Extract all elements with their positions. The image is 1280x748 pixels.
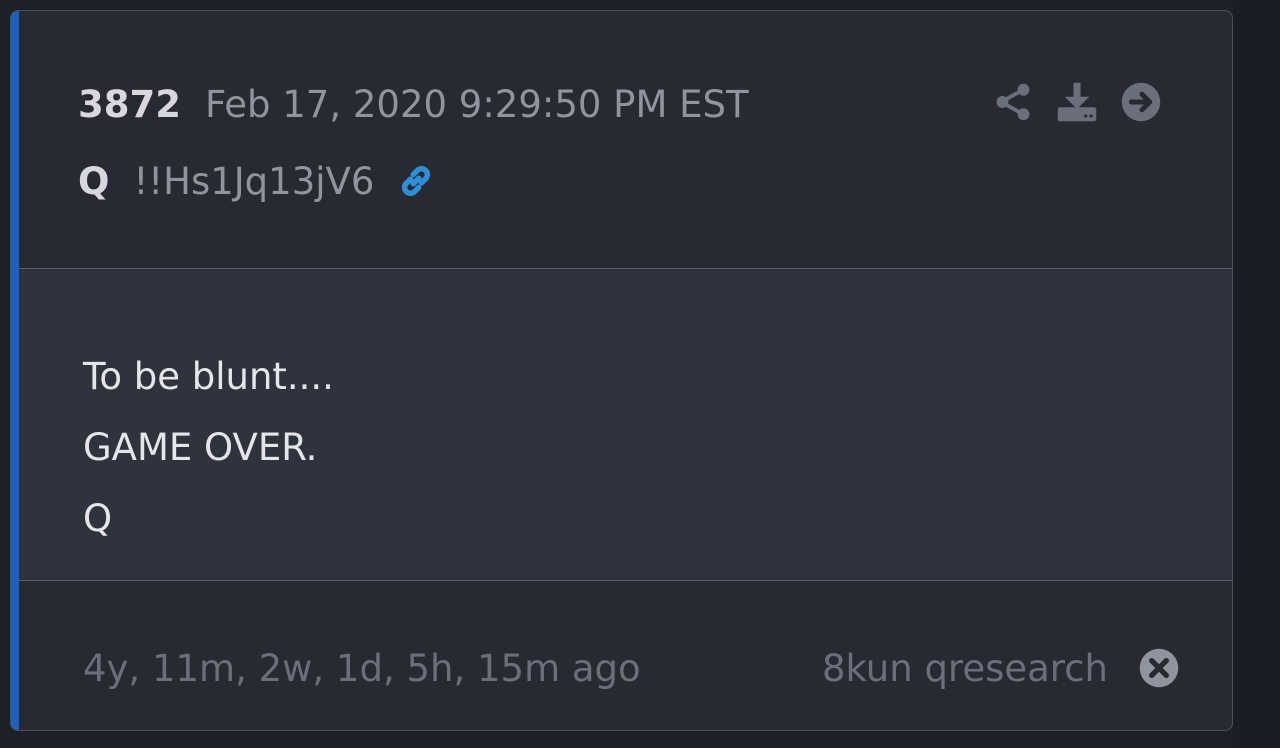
post-text-line: Q xyxy=(83,497,113,540)
author-name: Q xyxy=(78,159,110,203)
link-icon[interactable] xyxy=(394,159,438,203)
post-text-line: GAME OVER. xyxy=(83,426,318,469)
source-label: 8kun qresearch xyxy=(821,647,1108,690)
post-actions xyxy=(992,81,1162,123)
elapsed-time: 4y, 11m, 2w, 1d, 5h, 15m ago xyxy=(83,647,641,690)
page-background-strip xyxy=(1233,0,1280,748)
post-header: 3872 Feb 17, 2020 9:29:50 PM EST Q !!Hs1… xyxy=(19,11,1232,269)
post-date: Feb 17, 2020 9:29:50 PM EST xyxy=(204,83,749,126)
close-circle-icon[interactable] xyxy=(1138,647,1180,689)
arrow-right-circle-icon[interactable] xyxy=(1120,81,1162,123)
card-accent-bar xyxy=(11,11,19,730)
post-number: 3872 xyxy=(78,83,181,126)
tripcode: !!Hs1Jq13jV6 xyxy=(133,159,375,203)
author-line: Q !!Hs1Jq13jV6 xyxy=(78,157,438,205)
post-body: To be blunt.... GAME OVER. Q xyxy=(19,269,1232,581)
post-card: 3872 Feb 17, 2020 9:29:50 PM EST Q !!Hs1… xyxy=(10,10,1233,731)
share-icon[interactable] xyxy=(992,81,1034,123)
post-footer: 4y, 11m, 2w, 1d, 5h, 15m ago 8kun qresea… xyxy=(19,581,1232,730)
post-meta: 3872 Feb 17, 2020 9:29:50 PM EST xyxy=(78,83,749,131)
post-text: To be blunt.... GAME OVER. Q xyxy=(83,341,334,554)
download-icon[interactable] xyxy=(1056,81,1098,123)
post-text-line: To be blunt.... xyxy=(83,355,334,398)
